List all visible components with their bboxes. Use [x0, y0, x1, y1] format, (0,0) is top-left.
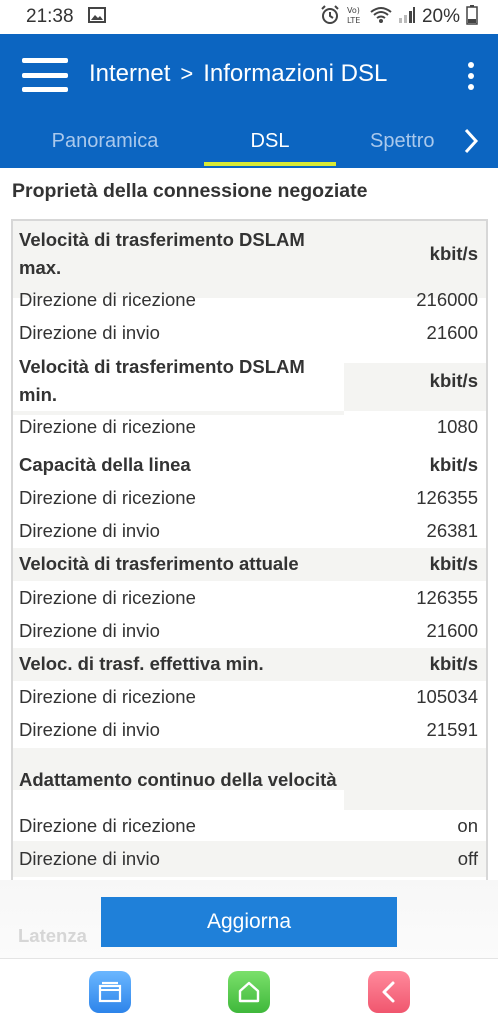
row-value: 1080 — [436, 416, 478, 437]
row-label: Direzione di invio — [19, 848, 160, 869]
row-unit: kbit/s — [429, 243, 478, 264]
table-row: Direzione di ricezione 1080 — [13, 412, 486, 442]
svg-text:Vo): Vo) — [347, 6, 360, 15]
row-label: Direzione di ricezione — [19, 487, 196, 508]
table-row-header: Velocità di trasferimento attuale kbit/s — [13, 549, 486, 579]
row-label: Direzione di ricezione — [19, 416, 196, 437]
table-row: Direzione di ricezione 126355 — [13, 483, 486, 513]
table-row-header: Adattamento continuo della velocità — [13, 752, 486, 808]
svg-text:LTE: LTE — [347, 16, 360, 25]
breadcrumb: Internet > Informazioni DSL — [89, 60, 387, 88]
table-row-header: Capacità della linea kbit/s — [13, 450, 486, 480]
row-value: off — [457, 848, 478, 869]
breadcrumb-separator: > — [180, 61, 194, 86]
row-label: Direzione di ricezione — [19, 815, 196, 836]
table-row: Direzione di ricezione 216000 — [13, 285, 486, 315]
row-unit: kbit/s — [429, 370, 478, 391]
row-label: Adattamento continuo della velocità — [19, 769, 337, 790]
wifi-icon — [370, 6, 392, 29]
row-value: 21600 — [426, 620, 478, 641]
alarm-icon — [320, 4, 340, 30]
more-options-icon[interactable] — [466, 62, 476, 90]
battery-icon — [466, 4, 478, 30]
recent-apps-icon[interactable] — [89, 971, 131, 1013]
row-unit: kbit/s — [429, 653, 478, 674]
row-unit: kbit/s — [429, 454, 478, 475]
row-value: 105034 — [416, 686, 478, 707]
row-label: Velocità di trasferimento DSLAM min. — [19, 356, 305, 405]
row-label: Velocità di trasferimento attuale — [19, 553, 299, 574]
page-title: Informazioni DSL — [203, 60, 388, 87]
tab-spettro[interactable]: Spettro — [370, 114, 452, 168]
row-label: Capacità della linea — [19, 454, 191, 475]
row-label: Veloc. di trasf. effettiva min. — [19, 653, 264, 674]
breadcrumb-root[interactable]: Internet — [89, 60, 170, 88]
volte-icon: Vo) LTE — [346, 4, 364, 31]
table-row: Direzione di ricezione 105034 — [13, 682, 486, 712]
tab-panoramica[interactable]: Panoramica — [35, 114, 175, 168]
table-row: Direzione di invio 21600 — [13, 318, 486, 348]
row-label: Direzione di invio — [19, 520, 160, 541]
bottom-navigation — [0, 958, 498, 1024]
table-row: Direzione di invio 21591 — [13, 715, 486, 745]
row-value: 216000 — [416, 289, 478, 310]
row-value: 126355 — [416, 487, 478, 508]
table-row: Direzione di invio off — [13, 844, 486, 874]
row-unit: kbit/s — [429, 553, 478, 574]
status-time: 21:38 — [26, 6, 74, 27]
partial-section-label: Latenza — [18, 925, 87, 946]
row-label: Velocità di trasferimento DSLAM max. — [19, 229, 305, 278]
row-label: Direzione di ricezione — [19, 587, 196, 608]
table-row: Direzione di ricezione 126355 — [13, 583, 486, 613]
row-value: 21600 — [426, 322, 478, 343]
table-row-header: Velocità di trasferimento DSLAM min. kbi… — [13, 353, 486, 409]
table-row: Direzione di invio 26381 — [13, 516, 486, 546]
chevron-right-icon[interactable] — [458, 126, 484, 156]
home-icon[interactable] — [228, 971, 270, 1013]
tab-bar: Panoramica DSL Spettro — [0, 114, 498, 168]
signal-icon — [398, 6, 416, 29]
menu-icon[interactable] — [22, 58, 68, 92]
row-label: Direzione di invio — [19, 620, 160, 641]
row-value: 21591 — [426, 719, 478, 740]
update-button[interactable]: Aggiorna — [101, 897, 397, 947]
table-row-header: Velocità di trasferimento DSLAM max. kbi… — [13, 226, 486, 282]
status-bar: 21:38 Vo) LTE 20% — [0, 0, 498, 34]
row-label: Direzione di ricezione — [19, 289, 196, 310]
table-row: Direzione di ricezione on — [13, 811, 486, 841]
back-icon[interactable] — [368, 971, 410, 1013]
battery-percent: 20% — [421, 6, 460, 27]
tab-dsl[interactable]: DSL — [204, 114, 336, 168]
row-value: 26381 — [426, 520, 478, 541]
table-row-header: Veloc. di trasf. effettiva min. kbit/s — [13, 649, 486, 679]
app-header: Internet > Informazioni DSL Panoramica D… — [0, 34, 498, 168]
connection-properties-table: Velocità di trasferimento DSLAM max. kbi… — [11, 219, 488, 885]
row-value: 126355 — [416, 587, 478, 608]
section-title: Proprietà della connessione negoziate — [12, 180, 368, 202]
row-label: Direzione di invio — [19, 719, 160, 740]
row-value: on — [457, 815, 478, 836]
row-label: Direzione di invio — [19, 322, 160, 343]
row-label: Direzione di ricezione — [19, 686, 196, 707]
image-icon — [87, 6, 106, 28]
table-row: Direzione di invio 21600 — [13, 616, 486, 646]
